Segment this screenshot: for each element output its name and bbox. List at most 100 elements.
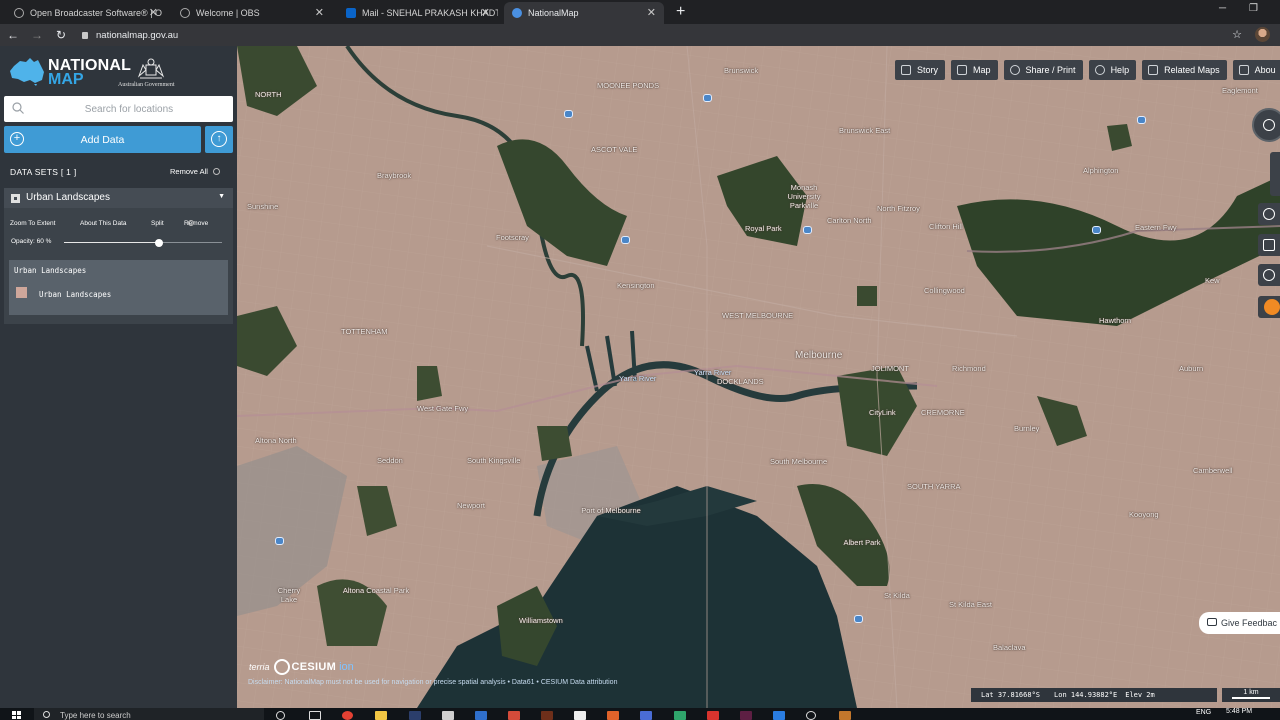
dataset-visibility-checkbox[interactable] — [11, 194, 20, 203]
map-label: Kensington — [617, 281, 655, 290]
taskbar-search-box[interactable]: Type here to search — [34, 708, 264, 720]
scale-label: 1 km — [1243, 689, 1259, 696]
dataset-actions: Zoom To Extent About This Data Split Rem… — [4, 220, 233, 232]
remove-all-label: Remove All — [170, 167, 208, 176]
remove-all-button[interactable]: Remove All — [170, 167, 220, 176]
map-label: Burnley — [1014, 424, 1040, 433]
store-icon[interactable] — [442, 711, 454, 720]
app-icon[interactable] — [574, 711, 586, 720]
nationalmap-logo[interactable]: NATIONAL MAP Australian Government — [6, 52, 231, 92]
windows-start-icon[interactable] — [12, 711, 21, 719]
map-label: Sunshine — [247, 202, 279, 211]
tab-obs-website[interactable]: Open Broadcaster Software® | O ✕ — [6, 2, 166, 24]
obs-icon[interactable] — [806, 711, 816, 720]
minimize-icon[interactable]: ─ — [1219, 3, 1226, 14]
australia-map-icon — [10, 58, 44, 86]
globe-icon — [14, 8, 24, 18]
search-input[interactable] — [34, 100, 224, 118]
measure-tool-button[interactable] — [1258, 264, 1280, 286]
my-location-button[interactable] — [1258, 203, 1280, 225]
back-icon[interactable]: ← — [2, 28, 24, 42]
related-maps-button[interactable]: Related Maps — [1142, 60, 1227, 80]
split-button[interactable]: Split — [151, 220, 164, 227]
map-label: Braybrook — [377, 171, 412, 180]
opacity-slider[interactable] — [64, 239, 222, 247]
cesium-logo-text[interactable]: CESIUM — [292, 661, 337, 673]
map-label: SOUTH YARRA — [907, 482, 961, 491]
restore-icon[interactable]: ❐ — [1249, 3, 1258, 14]
help-icon — [1094, 65, 1105, 75]
edge-icon[interactable] — [773, 711, 785, 720]
opacity-slider-handle[interactable] — [154, 239, 163, 247]
map-label: St Kilda — [884, 591, 910, 600]
map-label: Albert Park — [843, 538, 881, 547]
app-icon[interactable] — [839, 711, 851, 720]
tab-nationalmap[interactable]: NationalMap ✕ — [504, 2, 664, 24]
share-print-button[interactable]: Share / Print — [1003, 60, 1083, 80]
terria-logo[interactable]: terria — [249, 662, 270, 672]
outlook-icon[interactable] — [475, 711, 487, 720]
map-label: WEST MELBOURNE — [722, 311, 794, 320]
outlook-icon — [346, 8, 356, 18]
app-icon[interactable] — [508, 711, 520, 720]
disclaimer-text: Disclaimer: NationalMap must not be used… — [248, 679, 618, 686]
indesign-icon[interactable] — [740, 711, 752, 720]
about-this-data-button[interactable]: About This Data — [80, 220, 127, 227]
cortana-icon[interactable] — [276, 711, 285, 720]
play-story-button[interactable] — [1258, 296, 1280, 318]
map-label: TOTTENHAM — [341, 327, 388, 336]
zoom-controls[interactable] — [1270, 152, 1280, 196]
chevron-down-icon[interactable]: ▼ — [218, 193, 225, 200]
zoom-icon[interactable] — [640, 711, 652, 720]
map-label: Eaglemont — [1222, 86, 1258, 95]
map-label: Kooyong — [1129, 510, 1159, 519]
new-tab-button[interactable]: + — [676, 2, 685, 24]
map-label: JOLIMONT — [871, 364, 909, 373]
map-settings-button[interactable]: Map — [951, 60, 998, 80]
upload-data-button[interactable]: ↑ — [205, 126, 233, 153]
close-tab-icon[interactable]: ✕ — [481, 6, 490, 19]
map-label: Monash University Parkville — [787, 183, 821, 210]
government-crest-icon — [137, 58, 165, 79]
app-icon[interactable] — [607, 711, 619, 720]
language-indicator[interactable]: ENG — [1196, 709, 1211, 716]
illustrator-icon[interactable] — [541, 711, 553, 720]
give-feedback-button[interactable]: Give Feedbac — [1199, 612, 1280, 634]
profile-avatar[interactable] — [1255, 27, 1270, 42]
map-view[interactable]: MOONEE PONDS Brunswick NORTH ASCOT VALE … — [237, 46, 1280, 708]
url-field[interactable]: nationalmap.gov.au — [82, 30, 178, 41]
route-shield-icon — [1092, 226, 1101, 234]
legend-swatch — [16, 287, 27, 298]
tab-mail[interactable]: Mail - SNEHAL PRAKASH KHADT ✕ — [338, 2, 498, 24]
about-button[interactable]: Abou — [1232, 60, 1280, 80]
forward-icon[interactable]: → — [26, 28, 48, 42]
photoshop-icon[interactable] — [409, 711, 421, 720]
clock[interactable]: 5:48 PM — [1226, 708, 1252, 715]
add-data-button[interactable]: + Add Data — [4, 126, 201, 153]
close-tab-icon[interactable]: ✕ — [315, 6, 324, 19]
acrobat-icon[interactable] — [707, 711, 719, 720]
tab-welcome-obs[interactable]: Welcome | OBS ✕ — [172, 2, 332, 24]
dataset-header[interactable]: Urban Landscapes ▼ — [4, 188, 233, 208]
map-label: CREMORNE — [921, 408, 965, 417]
help-button[interactable]: Help — [1088, 60, 1137, 80]
story-icon — [901, 65, 911, 75]
location-search-box[interactable] — [4, 96, 233, 122]
app-icon[interactable] — [674, 711, 686, 720]
chrome-icon[interactable] — [342, 711, 353, 720]
split-screen-button[interactable] — [1258, 234, 1280, 256]
map-label: NORTH — [255, 90, 282, 99]
taskbar-search-placeholder: Type here to search — [60, 711, 131, 720]
close-tab-icon[interactable]: ✕ — [647, 6, 656, 19]
close-tab-icon[interactable]: ✕ — [149, 6, 158, 19]
compass-control[interactable] — [1252, 108, 1280, 142]
file-explorer-icon[interactable] — [375, 711, 387, 720]
zoom-to-extent-button[interactable]: Zoom To Extent — [10, 220, 55, 227]
compass-icon — [1263, 119, 1275, 131]
legend-item-label: Urban Landscapes — [39, 290, 112, 299]
task-view-icon[interactable] — [309, 711, 321, 720]
story-button[interactable]: Story — [895, 60, 946, 80]
bookmark-star-icon[interactable]: ☆ — [1232, 28, 1242, 41]
reload-icon[interactable]: ↻ — [50, 28, 72, 42]
map-label: Yarra River — [694, 368, 732, 377]
